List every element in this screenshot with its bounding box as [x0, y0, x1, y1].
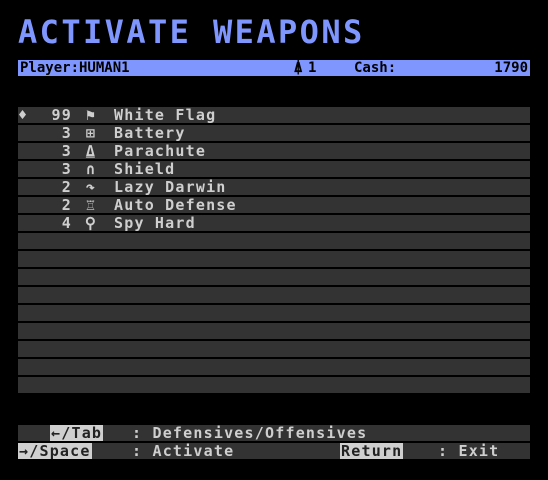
- status-bar: Player:HUMAN1 ⍋ 1 Cash: 1790: [18, 60, 530, 76]
- weapon-name: Auto Defense: [114, 196, 237, 214]
- weapon-name: Battery: [114, 124, 186, 142]
- tank-icon: ⍋: [294, 60, 303, 76]
- help-line-activate: →/Space : Activate Return : Exit: [18, 443, 530, 459]
- parachute-icon: ⍙: [85, 142, 97, 160]
- weapon-quantity: 2: [61, 196, 72, 214]
- empty-row: [18, 305, 530, 321]
- cash-value: 1790: [494, 60, 528, 76]
- white-flag-icon: ⚑: [85, 106, 97, 124]
- weapon-row[interactable]: 2 ♖ Auto Defense: [18, 197, 530, 213]
- lazy-darwin-icon: ↷: [85, 178, 97, 196]
- empty-row: [18, 341, 530, 357]
- weapon-quantity: 3: [61, 124, 72, 142]
- weapon-row[interactable]: 3 ∩ Shield: [18, 161, 530, 177]
- weapon-quantity: 3: [61, 142, 72, 160]
- help-line-switch: ←/Tab : Defensives/Offensives: [18, 425, 530, 441]
- screen-title: ACTIVATE WEAPONS: [18, 13, 365, 51]
- tank-number: 1: [308, 60, 317, 76]
- weapon-row[interactable]: 4 ⚲ Spy Hard: [18, 215, 530, 231]
- weapon-name: Lazy Darwin: [114, 178, 227, 196]
- spy-hard-icon: ⚲: [84, 214, 98, 232]
- return-key-hint: Return: [340, 442, 404, 460]
- empty-row: [18, 287, 530, 303]
- weapon-name: Spy Hard: [114, 214, 196, 232]
- empty-row: [18, 251, 530, 267]
- cash-label: Cash:: [354, 60, 397, 76]
- player-name: Player:HUMAN1: [20, 60, 130, 76]
- exit-hint-text: : Exit: [438, 442, 500, 460]
- empty-row: [18, 377, 530, 393]
- weapon-name: White Flag: [114, 106, 217, 124]
- weapon-row[interactable]: 3 ⊞ Battery: [18, 125, 530, 141]
- auto-defense-icon: ♖: [85, 196, 97, 214]
- space-key-hint: →/Space: [18, 442, 92, 460]
- weapon-row[interactable]: 3 ⍙ Parachute: [18, 143, 530, 159]
- empty-row: [18, 359, 530, 375]
- tab-key-hint: ←/Tab: [50, 424, 104, 442]
- weapon-quantity: 3: [61, 160, 72, 178]
- empty-row: [18, 323, 530, 339]
- weapon-quantity: 99: [51, 106, 72, 124]
- battery-icon: ⊞: [85, 124, 97, 142]
- weapon-name: Parachute: [114, 142, 207, 160]
- weapon-list: ♦ 99 ⚑ White Flag 3 ⊞ Battery 3 ⍙ Parachute 3 ∩ Shie…: [18, 107, 530, 395]
- empty-row: [18, 269, 530, 285]
- weapon-quantity: 4: [61, 214, 72, 232]
- switch-hint-text: : Defensives/Offensives: [132, 424, 368, 442]
- weapon-row[interactable]: ♦ 99 ⚑ White Flag: [18, 107, 530, 123]
- empty-row: [18, 233, 530, 249]
- shield-icon: ∩: [85, 160, 97, 178]
- weapon-row[interactable]: 2 ↷ Lazy Darwin: [18, 179, 530, 195]
- weapon-quantity: 2: [61, 178, 72, 196]
- weapon-name: Shield: [114, 160, 176, 178]
- activate-hint-text: : Activate: [132, 442, 235, 460]
